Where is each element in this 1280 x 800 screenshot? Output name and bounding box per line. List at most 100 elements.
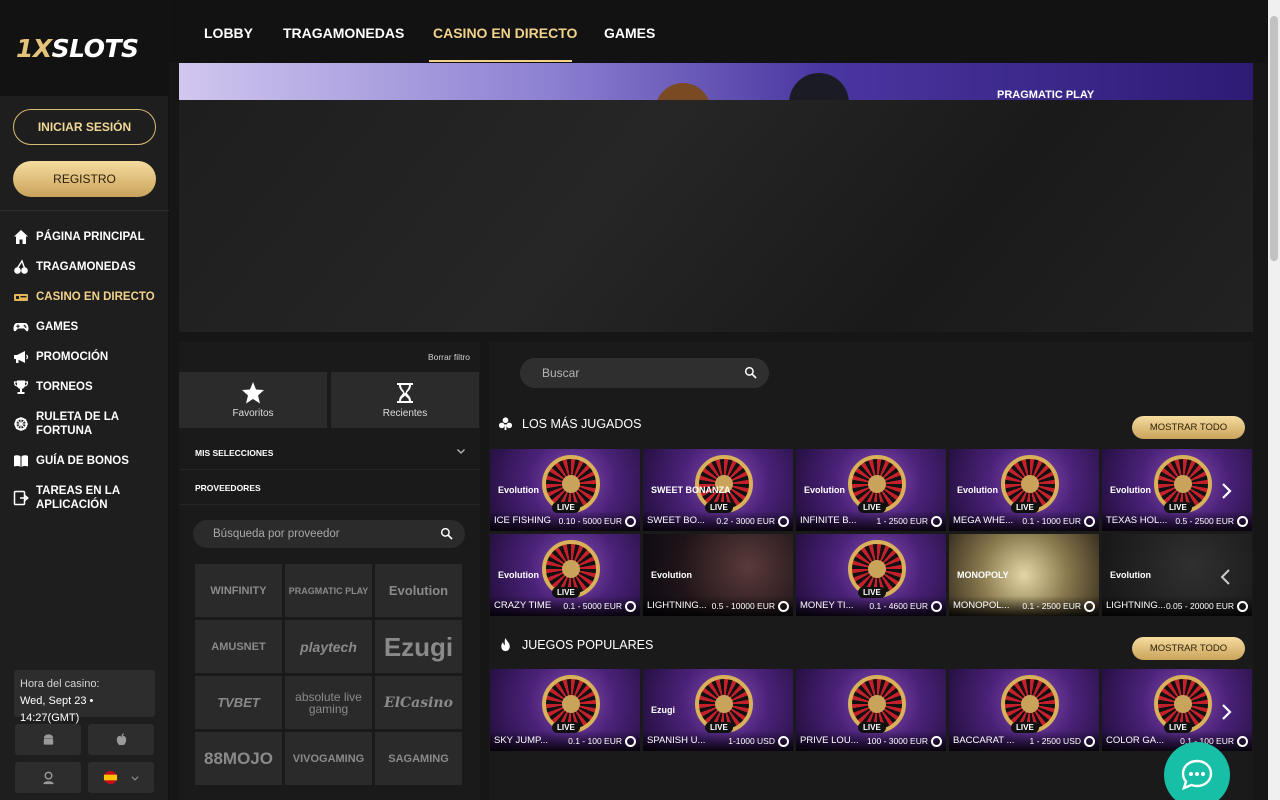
bet-range: 0.10 - 5000 EUR [558, 516, 622, 526]
game-card[interactable]: Evolution LIVE CRAZY TIME 0.1 - 5000 EUR [490, 534, 640, 616]
game-card[interactable]: Evolution LIGHTNING... 0.5 - 10000 EUR [643, 534, 793, 616]
sidebar-item-slots[interactable]: TRAGAMONEDAS [0, 252, 169, 282]
chevron-right-icon[interactable] [1216, 481, 1236, 501]
promo-banner[interactable]: PRAGMATIC PLAY [179, 63, 1253, 100]
settings-icon[interactable] [625, 736, 636, 747]
language-select[interactable] [88, 762, 154, 793]
sidebar-item-label: TRAGAMONEDAS [36, 261, 136, 273]
logo[interactable]: 1XSLOTS [0, 0, 168, 96]
clear-filter-link[interactable]: Borrar filtro [428, 352, 470, 362]
sidebar-item-app-tasks[interactable]: TAREAS EN LA APLICACIÓN [0, 476, 169, 520]
sidebar-item-bonus-guide[interactable]: GUÍA DE BONOS [0, 446, 169, 476]
register-button[interactable]: REGISTRO [13, 161, 156, 197]
sidebar-item-fortune-wheel[interactable]: RULETA DE LA FORTUNA [0, 402, 169, 446]
game-card[interactable]: Evolution LIVE INFINITE B... 1 - 2500 EUR [796, 449, 946, 531]
app-task-icon [13, 490, 29, 506]
provider-tile[interactable]: 88MOJO [195, 732, 282, 785]
sidebar-item-home[interactable]: PÁGINA PRINCIPAL [0, 222, 169, 252]
provider-tile[interactable]: playtech [285, 620, 372, 673]
hourglass-icon [397, 383, 413, 403]
favorites-button[interactable]: Favoritos [179, 372, 327, 428]
search-input[interactable]: Buscar [520, 358, 769, 388]
provider-tile[interactable]: SAGAMING [375, 732, 462, 785]
android-app-button[interactable] [15, 724, 81, 755]
game-name: TEXAS HOL... [1106, 515, 1168, 526]
provider-tile[interactable]: PRAGMATIC PLAY [285, 564, 372, 617]
game-name: ICE FISHING [494, 515, 552, 526]
tab-slots[interactable]: TRAGAMONEDAS [283, 25, 404, 41]
settings-icon[interactable] [1237, 736, 1248, 747]
game-name: MEGA WHE... [953, 515, 1014, 526]
game-card[interactable]: Ezugi LIVE SPANISH U... 1-1000 USD [643, 669, 793, 751]
chevron-right-icon[interactable] [1216, 702, 1236, 722]
settings-icon[interactable] [1084, 736, 1095, 747]
settings-icon[interactable] [778, 736, 789, 747]
providers-section[interactable]: PROVEEDORES [179, 471, 480, 505]
sidebar-item-promotion[interactable]: PROMOCIÓN [0, 342, 169, 372]
game-card[interactable]: LIVE MONEY TI... 0.1 - 4600 EUR [796, 534, 946, 616]
bet-range: 0.1 - 100 EUR [568, 736, 622, 746]
game-name: SKY JUMP... [494, 735, 549, 746]
sidebar-item-games[interactable]: GAMES [0, 312, 169, 342]
book-icon [14, 455, 28, 467]
settings-icon[interactable] [931, 736, 942, 747]
settings-icon[interactable] [778, 601, 789, 612]
scrollbar-thumb[interactable] [1270, 16, 1278, 261]
settings-icon[interactable] [778, 516, 789, 527]
chevron-down-icon [457, 449, 465, 454]
megaphone-icon [14, 351, 29, 363]
ios-app-button[interactable] [88, 724, 154, 755]
sidebar-item-label: PÁGINA PRINCIPAL [36, 231, 145, 243]
provider-search-input[interactable]: Búsqueda por proveedor [193, 520, 465, 548]
game-card[interactable]: LIVE PRIVE LOU... 100 - 3000 EUR [796, 669, 946, 751]
tab-games[interactable]: GAMES [604, 25, 655, 41]
sidebar-item-tournaments[interactable]: TORNEOS [0, 372, 169, 402]
page-scrollbar[interactable] [1268, 0, 1280, 800]
show-all-button[interactable]: MOSTRAR TODO [1132, 637, 1245, 660]
tab-live-casino[interactable]: CASINO EN DIRECTO [433, 25, 577, 41]
settings-icon[interactable] [1084, 516, 1095, 527]
game-card[interactable]: SWEET BONANZA LIVE SWEET BO... 0.2 - 3000 E… [643, 449, 793, 531]
bet-range: 0.1 - 2500 EUR [1022, 601, 1081, 611]
provider-tile[interactable]: ElCasino [375, 676, 462, 729]
provider-tile[interactable]: Evolution [375, 564, 462, 617]
sidebar-item-label: TAREAS EN LA APLICACIÓN [36, 485, 120, 511]
settings-icon[interactable] [931, 516, 942, 527]
game-name: MONOPOL... [953, 600, 1010, 611]
active-tab-indicator [429, 60, 572, 62]
settings-icon[interactable] [1084, 601, 1095, 612]
provider-tile[interactable]: VIVOGAMING [285, 732, 372, 785]
provider-tile[interactable]: WINFINITY [195, 564, 282, 617]
provider-tile[interactable]: AMUSNET [195, 620, 282, 673]
settings-icon[interactable] [625, 516, 636, 527]
settings-icon[interactable] [1237, 601, 1248, 612]
game-card[interactable]: Evolution LIVE ICE FISHING 0.10 - 5000 EUR [490, 449, 640, 531]
game-card[interactable]: MONOPOLY MONOPOL... 0.1 - 2500 EUR [949, 534, 1099, 616]
provider-tile[interactable]: Ezugi [375, 620, 462, 673]
settings-icon[interactable] [1237, 516, 1248, 527]
settings-icon[interactable] [931, 601, 942, 612]
tab-lobby[interactable]: LOBBY [204, 25, 253, 41]
cherries-icon [14, 259, 28, 274]
support-button[interactable] [15, 762, 81, 793]
logo-main: 1X [16, 33, 52, 63]
login-button[interactable]: INICIAR SESIÓN [13, 109, 156, 145]
my-selections-toggle[interactable]: MIS SELECCIONES [179, 436, 480, 470]
banner-dealer [789, 73, 849, 100]
game-name: CRAZY TIME [494, 600, 552, 611]
recent-button[interactable]: Recientes [331, 372, 479, 428]
provider-tile[interactable]: TVBET [195, 676, 282, 729]
provider-tile[interactable]: absolute live gaming [285, 676, 372, 729]
bet-range: 1-1000 USD [728, 736, 775, 746]
provider-search-placeholder: Búsqueda por proveedor [213, 528, 340, 540]
game-card[interactable]: Evolution LIVE MEGA WHE... 0.1 - 1000 EUR [949, 449, 1099, 531]
chat-button[interactable] [1164, 742, 1230, 800]
bet-range: 0.5 - 2500 EUR [1175, 516, 1234, 526]
game-card[interactable]: LIVE BACCARAT ... 1 - 2500 USD [949, 669, 1099, 751]
settings-icon[interactable] [625, 601, 636, 612]
game-card[interactable]: LIVE SKY JUMP... 0.1 - 100 EUR [490, 669, 640, 751]
show-all-button[interactable]: MOSTRAR TODO [1132, 416, 1245, 439]
sidebar-item-live-casino[interactable]: CASINO EN DIRECTO [0, 282, 169, 312]
chevron-left-icon[interactable] [1216, 567, 1236, 587]
sidebar-item-label: TORNEOS [36, 381, 93, 393]
